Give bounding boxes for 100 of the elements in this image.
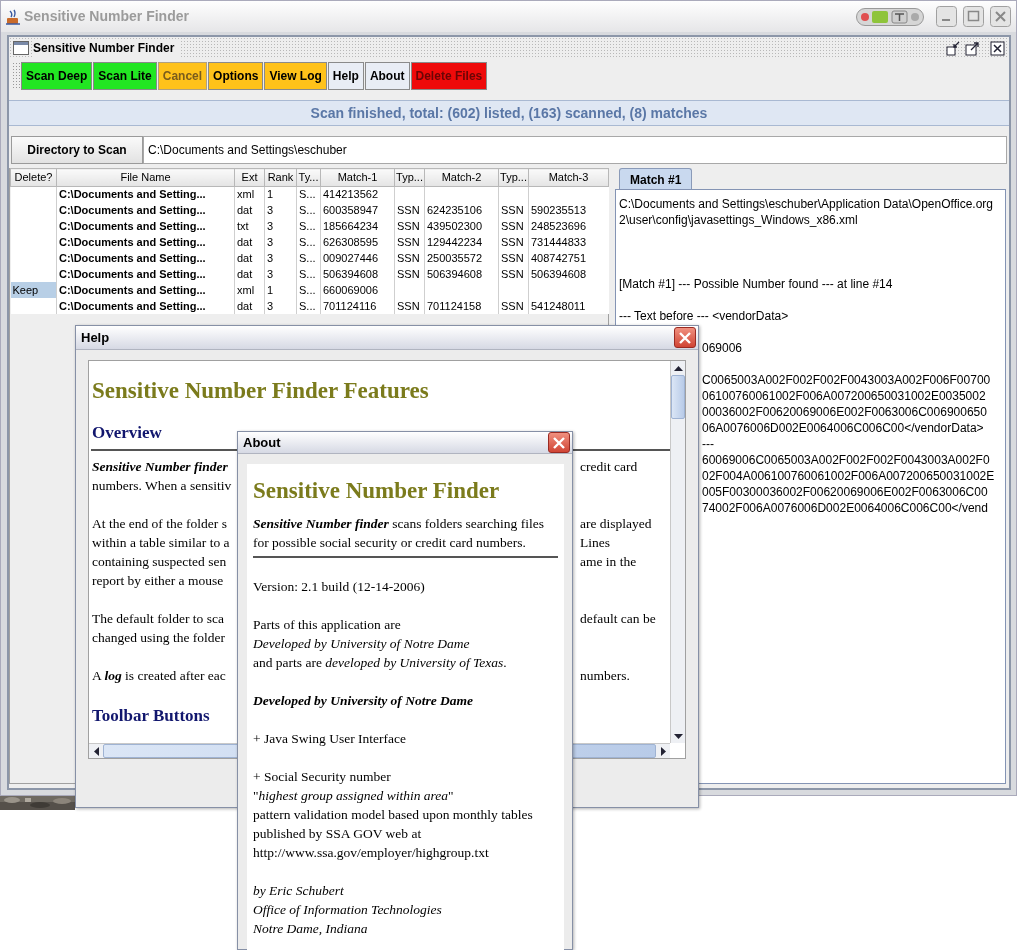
scroll-thumb[interactable] bbox=[671, 375, 685, 419]
directory-field[interactable]: C:\Documents and Settings\eschuber bbox=[143, 136, 1007, 164]
maximize-button[interactable] bbox=[965, 40, 980, 56]
table-cell: dat bbox=[234, 202, 265, 218]
close-button[interactable] bbox=[990, 40, 1005, 56]
directory-button[interactable]: Directory to Scan bbox=[11, 136, 143, 164]
table-cell: dat bbox=[234, 250, 265, 266]
vertical-scrollbar[interactable] bbox=[670, 361, 685, 743]
table-cell: 3 bbox=[264, 202, 297, 218]
text-fragment: At the end of the folder s bbox=[92, 515, 228, 533]
close-button[interactable] bbox=[548, 432, 570, 453]
table-cell: 506394608 bbox=[320, 266, 395, 282]
column-header[interactable]: Typ... bbox=[394, 168, 425, 186]
column-header[interactable]: Typ... bbox=[498, 168, 529, 186]
table-cell: 439502300 bbox=[424, 218, 499, 234]
text-line: Developed by University of Notre Dame bbox=[253, 692, 475, 710]
text-fragment: containing suspected sen bbox=[92, 553, 228, 571]
column-header[interactable]: File Name bbox=[56, 168, 235, 186]
table-cell: 3 bbox=[264, 298, 297, 314]
table-cell: S... bbox=[296, 202, 321, 218]
table-cell: SSN bbox=[498, 298, 529, 314]
column-header[interactable]: Match-2 bbox=[424, 168, 499, 186]
table-cell: xml bbox=[234, 282, 265, 298]
table-cell: SSN bbox=[498, 218, 529, 234]
text-line: 06100760061002F006A007200650031002E0035002 bbox=[702, 388, 986, 404]
table-cell: C:\Documents and Setting... bbox=[56, 218, 235, 234]
text-fragment: changed using the folder bbox=[92, 629, 227, 647]
text-line: http://www.ssa.gov/employer/highgroup.txt bbox=[253, 844, 490, 862]
text-line: 005F00300036002F00620069006E002F0063006C00 bbox=[702, 484, 988, 500]
text-line: pattern validation model based upon monthly tables bbox=[253, 806, 534, 824]
text-line: Office of Information Technologies bbox=[253, 901, 443, 919]
table-cell: C:\Documents and Setting... bbox=[56, 266, 235, 282]
table-cell: dat bbox=[234, 298, 265, 314]
text-fragment: credit card bbox=[580, 458, 638, 476]
text-fragment: Lines bbox=[580, 534, 610, 552]
match-tab[interactable]: Match #1 bbox=[619, 168, 693, 189]
table-cell: 248523696 bbox=[528, 218, 609, 234]
table-cell: 731444833 bbox=[528, 234, 609, 250]
table-cell: SSN bbox=[394, 266, 425, 282]
table-cell: 3 bbox=[264, 266, 297, 282]
column-header[interactable]: Delete? bbox=[10, 168, 57, 186]
text-line: C0065003A002F002F002F0043003A002F006F00700 bbox=[702, 372, 991, 388]
table-cell: 600358947 bbox=[320, 202, 395, 218]
toolbar-button[interactable]: Scan Deep bbox=[21, 62, 93, 90]
column-header[interactable]: Match-1 bbox=[320, 168, 395, 186]
toolbar-button[interactable]: Help bbox=[327, 62, 364, 90]
table-cell: txt bbox=[234, 218, 265, 234]
table-cell: 250035572 bbox=[424, 250, 499, 266]
table-cell: 506394608 bbox=[424, 266, 499, 282]
text-line: and parts are developed by University of Texas. bbox=[253, 654, 508, 672]
iconify-button[interactable] bbox=[946, 40, 961, 56]
table-cell: S... bbox=[296, 266, 321, 282]
table-cell: S... bbox=[296, 218, 321, 234]
text-line: 06A0076006D002E0064006C006C00</vendorData> bbox=[702, 420, 984, 436]
table-cell: SSN bbox=[498, 234, 529, 250]
window-title: Sensitive Number Finder bbox=[24, 7, 189, 26]
table-cell: SSN bbox=[394, 298, 425, 314]
table-cell: SSN bbox=[394, 202, 425, 218]
column-header[interactable]: Ty... bbox=[296, 168, 321, 186]
table-cell: SSN bbox=[394, 218, 425, 234]
java-cup-icon bbox=[6, 8, 20, 25]
text-line: Version: 2.1 build (12-14-2006) bbox=[253, 578, 426, 596]
column-header[interactable]: Rank bbox=[264, 168, 297, 186]
table-cell: 009027446 bbox=[320, 250, 395, 266]
tray-icons-drawing[interactable] bbox=[856, 7, 924, 26]
minimize-button[interactable] bbox=[936, 6, 957, 27]
text-fragment: default can be bbox=[580, 610, 656, 628]
about-title: Sensitive Number Finder bbox=[253, 477, 501, 505]
text-line: 02F004A006100760061002F006A007200650031002E bbox=[702, 468, 995, 484]
column-header[interactable]: Match-3 bbox=[528, 168, 609, 186]
text-line: by Eric Schubert bbox=[253, 882, 345, 900]
table-cell: 660069006 bbox=[320, 282, 395, 298]
table-cell: 506394608 bbox=[528, 266, 609, 282]
status-message: Scan finished, total: (602) listed, (163) scanned, (8) matches bbox=[9, 100, 1009, 126]
text-line: Notre Dame, Indiana bbox=[253, 920, 369, 938]
table-cell: 3 bbox=[264, 218, 297, 234]
table-cell: S... bbox=[296, 250, 321, 266]
table-cell: SSN bbox=[498, 202, 529, 218]
table-cell[interactable] bbox=[10, 298, 57, 314]
table-cell: 701124116 bbox=[320, 298, 395, 314]
text-line: + Social Security number bbox=[253, 768, 392, 786]
table-cell[interactable] bbox=[10, 266, 57, 282]
table-cell: C:\Documents and Setting... bbox=[56, 202, 235, 218]
text-line: "highest group assigned within area" bbox=[253, 787, 455, 805]
table-cell: 3 bbox=[264, 250, 297, 266]
toolbar-button[interactable]: About bbox=[364, 62, 410, 90]
text-fragment: The default folder to sca bbox=[92, 610, 225, 628]
text-line: Parts of this application are bbox=[253, 616, 402, 634]
text-line: published by SSA GOV web at bbox=[253, 825, 423, 843]
frame-title: Sensitive Number Finder bbox=[33, 39, 181, 57]
table-cell[interactable]: Keep bbox=[10, 282, 57, 298]
table-cell: 185664234 bbox=[320, 218, 395, 234]
toolbar-button[interactable]: Scan Lite bbox=[93, 62, 157, 90]
toolbar-button[interactable]: Options bbox=[208, 62, 264, 90]
toolbar-button[interactable]: View Log bbox=[264, 62, 327, 90]
table-cell: 624235106 bbox=[424, 202, 499, 218]
text-line: Developed by University of Notre Dame bbox=[253, 635, 471, 653]
text-line: 00036002F00620069006E002F0063006C006900650 bbox=[702, 404, 987, 420]
close-button[interactable] bbox=[674, 327, 696, 348]
column-header[interactable]: Ext bbox=[234, 168, 265, 186]
